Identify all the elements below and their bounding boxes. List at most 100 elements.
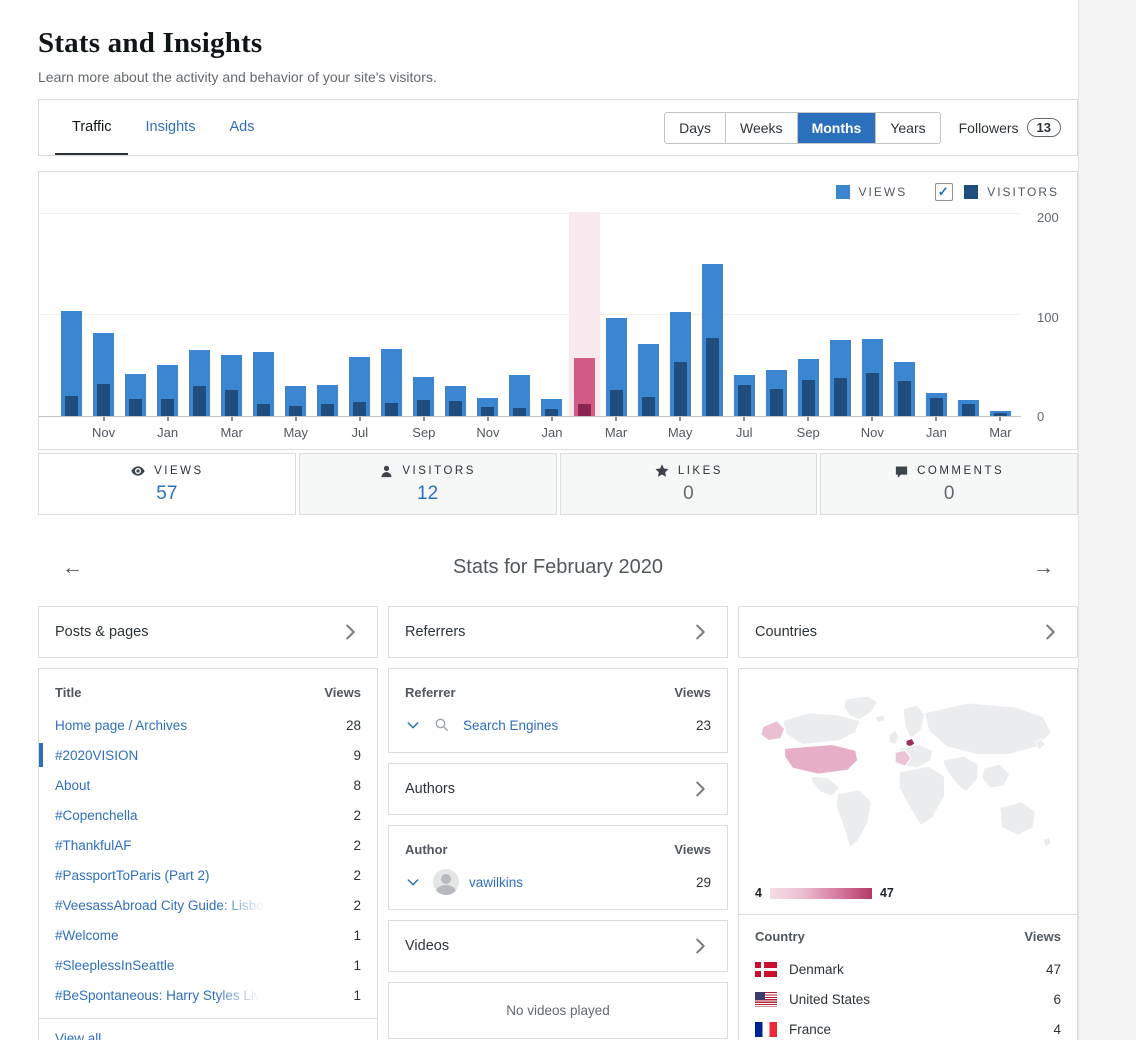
x-axis-label: May bbox=[283, 425, 308, 440]
visitors-checkbox[interactable]: ✓ bbox=[935, 183, 953, 201]
authors-header[interactable]: Authors bbox=[388, 763, 728, 815]
posts-pages-header[interactable]: Posts & pages bbox=[38, 606, 378, 658]
posts-rows: Home page / Archives28#2020VISION9About8… bbox=[39, 710, 377, 1010]
chart-bar-group[interactable] bbox=[702, 212, 723, 416]
tab-traffic[interactable]: Traffic bbox=[55, 100, 128, 155]
tab-insights[interactable]: Insights bbox=[128, 100, 212, 155]
x-axis-label: Sep bbox=[412, 425, 435, 440]
x-axis-label: Nov bbox=[476, 425, 499, 440]
post-link[interactable]: #Welcome bbox=[55, 928, 119, 943]
country-rows: Denmark47United States6France4 bbox=[755, 954, 1061, 1040]
chart-bar-group[interactable]: Mar bbox=[606, 212, 627, 416]
chart-bar-group[interactable] bbox=[381, 212, 402, 416]
map-country-united-states[interactable] bbox=[785, 744, 858, 774]
post-views: 2 bbox=[353, 898, 361, 913]
post-link[interactable]: #2020VISION bbox=[55, 748, 138, 763]
scale-max: 47 bbox=[880, 886, 894, 900]
chart-bar-group[interactable]: Sep bbox=[798, 212, 819, 416]
post-link[interactable]: #BeSpontaneous: Harry Styles Live bbox=[55, 988, 268, 1003]
chart-bar-group[interactable]: Jan bbox=[157, 212, 178, 416]
chart-bar-group[interactable] bbox=[125, 212, 146, 416]
search-engines-icon bbox=[433, 716, 451, 734]
chart-bar-group[interactable] bbox=[766, 212, 787, 416]
chart-bar-group[interactable] bbox=[317, 212, 338, 416]
dk-flag-icon bbox=[755, 962, 777, 977]
countries-header[interactable]: Countries bbox=[738, 606, 1078, 658]
author-link[interactable]: vawilkins bbox=[469, 875, 696, 890]
post-link[interactable]: About bbox=[55, 778, 90, 793]
summary-visitors[interactable]: VISITORS 12 bbox=[299, 453, 557, 515]
period-days-button[interactable]: Days bbox=[665, 113, 726, 143]
chart-bar-group[interactable] bbox=[574, 212, 595, 416]
chart-bar-group[interactable] bbox=[830, 212, 851, 416]
posts-col-views: Views bbox=[324, 685, 361, 700]
post-link[interactable]: #VeesassAbroad City Guide: Lisbon bbox=[55, 898, 271, 913]
chart-bar-group[interactable] bbox=[253, 212, 274, 416]
authors-col-views: Views bbox=[674, 842, 711, 857]
chart-bar-group[interactable] bbox=[445, 212, 466, 416]
period-weeks-button[interactable]: Weeks bbox=[726, 113, 798, 143]
x-axis-tick bbox=[295, 417, 297, 421]
referrer-link[interactable]: Search Engines bbox=[463, 718, 696, 733]
visitors-bar bbox=[449, 401, 462, 416]
summary-likes-value: 0 bbox=[683, 483, 694, 505]
visitors-bar bbox=[129, 399, 142, 416]
visitors-bar bbox=[225, 390, 238, 416]
post-link[interactable]: #PassportToParis (Part 2) bbox=[55, 868, 210, 883]
videos-header[interactable]: Videos bbox=[388, 920, 728, 972]
summary-likes[interactable]: LIKES 0 bbox=[560, 453, 818, 515]
country-name: France bbox=[789, 1022, 1053, 1037]
chart-bar-group[interactable] bbox=[61, 212, 82, 416]
traffic-chart-card: VIEWS ✓ VISITORS Nov Jan Mar May Jul Sep Nov Ja… bbox=[38, 171, 1078, 450]
summary-views[interactable]: VIEWS 57 bbox=[38, 453, 296, 515]
chart-bar-group[interactable]: Nov bbox=[477, 212, 498, 416]
followers-link[interactable]: Followers 13 bbox=[959, 118, 1061, 137]
chart-bar-group[interactable]: Nov bbox=[93, 212, 114, 416]
post-link[interactable]: #Copenchella bbox=[55, 808, 138, 823]
view-all-link[interactable]: View all bbox=[39, 1018, 377, 1040]
chart-bar-group[interactable]: Jan bbox=[926, 212, 947, 416]
tab-ads[interactable]: Ads bbox=[212, 100, 271, 155]
period-years-button[interactable]: Years bbox=[876, 113, 939, 143]
visitors-bar bbox=[578, 404, 591, 416]
chart-bar-group[interactable]: May bbox=[285, 212, 306, 416]
post-row: About8 bbox=[39, 770, 377, 800]
chart-bar-group[interactable]: Mar bbox=[990, 212, 1011, 416]
post-link[interactable]: #SleeplessInSeattle bbox=[55, 958, 174, 973]
expand-author-button[interactable] bbox=[405, 874, 421, 890]
summary-likes-label: LIKES bbox=[678, 465, 723, 477]
chart-legend: VIEWS ✓ VISITORS bbox=[39, 172, 1077, 212]
map-landmass bbox=[982, 764, 1010, 788]
post-link[interactable]: #ThankfulAF bbox=[55, 838, 132, 853]
legend-visitors-label: VISITORS bbox=[987, 185, 1059, 199]
chart-bar-group[interactable]: Sep bbox=[413, 212, 434, 416]
prev-period-arrow[interactable]: ← bbox=[62, 557, 83, 578]
next-period-arrow[interactable]: → bbox=[1033, 557, 1054, 578]
chart-bar-group[interactable] bbox=[894, 212, 915, 416]
x-axis-tick bbox=[551, 417, 553, 421]
chart-bar-group[interactable] bbox=[189, 212, 210, 416]
map-landmass bbox=[903, 705, 925, 739]
visitors-bar bbox=[545, 409, 558, 416]
referrers-header[interactable]: Referrers bbox=[388, 606, 728, 658]
visitors-bar bbox=[417, 400, 430, 416]
post-link[interactable]: Home page / Archives bbox=[55, 718, 187, 733]
chart-bar-group[interactable]: Nov bbox=[862, 212, 883, 416]
chart-bar-group[interactable]: Jul bbox=[349, 212, 370, 416]
visitors-bar bbox=[513, 408, 526, 416]
summary-comments[interactable]: COMMENTS 0 bbox=[820, 453, 1078, 515]
referrers-card: Referrer Views Search Engines 23 bbox=[388, 668, 728, 753]
chart-bar-group[interactable] bbox=[509, 212, 530, 416]
chart-bar-group[interactable]: May bbox=[670, 212, 691, 416]
chart-bar-group[interactable]: Mar bbox=[221, 212, 242, 416]
chart-bar-group[interactable]: Jan bbox=[541, 212, 562, 416]
period-months-button[interactable]: Months bbox=[798, 113, 877, 143]
countries-col-views: Views bbox=[1024, 929, 1061, 944]
visitors-bar bbox=[994, 413, 1007, 416]
chart-bar-group[interactable]: Jul bbox=[734, 212, 755, 416]
chart-bar-group[interactable] bbox=[958, 212, 979, 416]
visitors-bar bbox=[321, 404, 334, 416]
chart-bar-group[interactable] bbox=[638, 212, 659, 416]
expand-referrer-button[interactable] bbox=[405, 717, 421, 733]
visitors-swatch-icon bbox=[964, 185, 978, 199]
